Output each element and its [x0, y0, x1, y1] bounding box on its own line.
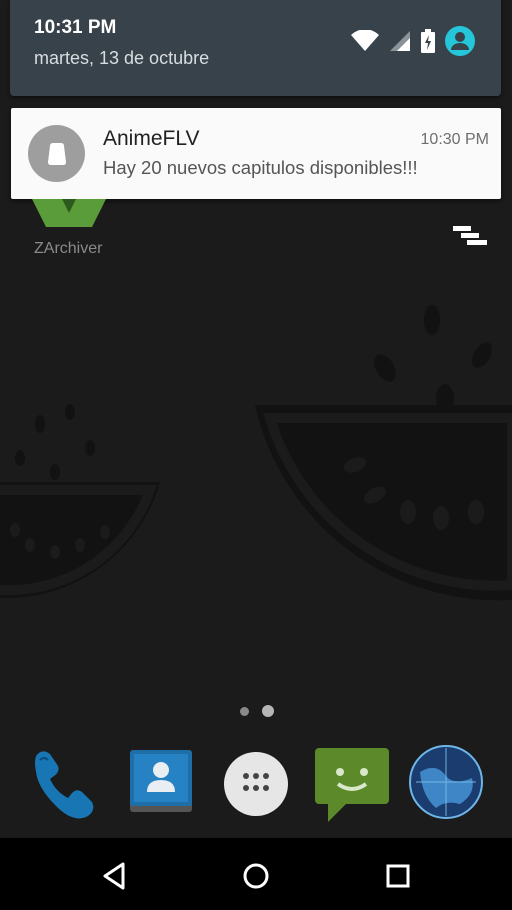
account-icon[interactable] [445, 26, 475, 56]
status-icons [351, 26, 475, 56]
app-label: ZArchiver [34, 240, 103, 257]
messaging-icon[interactable] [312, 742, 392, 822]
home-icon [243, 863, 269, 889]
back-button[interactable] [94, 856, 134, 896]
browser-globe-icon[interactable] [406, 742, 486, 822]
notification-time: 10:30 PM [420, 131, 489, 148]
status-header[interactable]: 10:31 PM martes, 13 de octubre [10, 0, 501, 96]
page-dot-active [262, 705, 274, 717]
recents-button[interactable] [378, 856, 418, 896]
recents-icon [386, 864, 410, 888]
back-icon [103, 862, 125, 890]
overflow-menu-icon[interactable] [453, 226, 489, 252]
app-drawer-icon[interactable] [216, 744, 296, 824]
battery-charging-icon [421, 29, 435, 53]
notification-title: AnimeFLV [103, 127, 200, 150]
notification-text: Hay 20 nuevos capitulos disponibles!!! [103, 157, 418, 178]
signal-icon [390, 31, 410, 51]
contacts-icon[interactable] [120, 742, 200, 822]
status-date: martes, 13 de octubre [34, 48, 210, 68]
page-indicator [240, 705, 274, 717]
page-dot [240, 706, 249, 716]
wifi-icon [351, 30, 379, 51]
status-time: 10:31 PM [34, 17, 117, 38]
zarchiver-icon [32, 199, 106, 227]
navigation-bar [0, 838, 512, 910]
dock [0, 738, 512, 828]
notification-card[interactable]: AnimeFLV 10:30 PM Hay 20 nuevos capitulo… [11, 108, 501, 199]
animeflv-app-icon [28, 125, 85, 182]
phone-icon[interactable] [22, 742, 102, 822]
home-button[interactable] [236, 856, 276, 896]
